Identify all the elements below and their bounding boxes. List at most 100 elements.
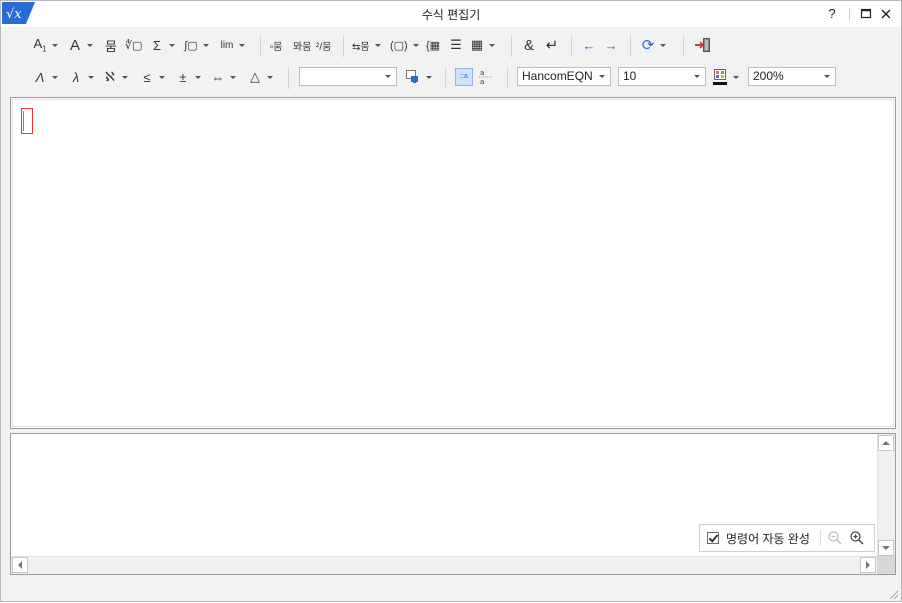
- plus-minus-icon: ±: [179, 69, 187, 85]
- rows-button[interactable]: ☰: [449, 35, 463, 55]
- matrix-a-button[interactable]: ▫뭄: [269, 35, 283, 55]
- exit-button[interactable]: [693, 35, 713, 55]
- inline-layout-icon: ::a: [460, 73, 468, 80]
- matrix-b-button[interactable]: 뫄뭄: [293, 35, 311, 55]
- next-button[interactable]: →: [604, 35, 618, 55]
- command-input-combo[interactable]: [299, 67, 397, 86]
- arrow-matrix-button[interactable]: ⇆뭄: [352, 35, 381, 55]
- insert-symbol-icon: [406, 70, 418, 83]
- zoom-out-icon: [828, 531, 842, 545]
- chevron-down-icon: [599, 75, 605, 78]
- script-editor[interactable]: 명령어 자동 완성: [10, 433, 896, 575]
- double-arrow-icon: ⇔: [211, 69, 225, 85]
- text-color-button[interactable]: [712, 67, 739, 87]
- font-combo[interactable]: HancomEQN: [517, 67, 611, 86]
- maximize-icon: [860, 8, 872, 19]
- close-button[interactable]: [876, 4, 896, 24]
- greek-lower-icon: λ: [72, 69, 80, 85]
- window-title: 수식 편집기: [421, 8, 481, 22]
- relation-button[interactable]: ≤: [140, 67, 165, 87]
- integral-button[interactable]: ∫▢: [184, 35, 209, 55]
- title-divider: [849, 8, 850, 20]
- greek-lower-button[interactable]: λ: [69, 67, 94, 87]
- equation-canvas-inner: [12, 99, 894, 427]
- scroll-up-button[interactable]: [878, 435, 894, 451]
- zoom-combo[interactable]: 200%: [748, 67, 836, 86]
- chevron-down-icon: [694, 75, 700, 78]
- newline-button[interactable]: ↵: [545, 35, 559, 55]
- grid-icon: ▦: [470, 37, 484, 52]
- zoom-value: 200%: [753, 69, 784, 83]
- arrow-button[interactable]: ⇔: [211, 67, 236, 87]
- arrow-up-icon: [882, 441, 890, 445]
- script-size-button[interactable]: A1: [33, 35, 58, 55]
- toolbar-separator: [445, 67, 446, 89]
- inline-layout-toggle[interactable]: ::a: [455, 68, 473, 86]
- autocomplete-checkbox[interactable]: [707, 532, 719, 544]
- toolbar-separator: [343, 35, 344, 57]
- autocomplete-divider: [819, 530, 821, 546]
- paren-button[interactable]: (▢): [390, 35, 419, 55]
- vertical-scrollbar[interactable]: [877, 434, 895, 557]
- matrix-a-icon: ▫뭄: [269, 41, 283, 53]
- zoom-in-icon: [850, 531, 864, 545]
- arrow-left-icon: [18, 561, 22, 569]
- toolbar-separator: [630, 35, 631, 57]
- paren-icon: (▢): [390, 39, 408, 52]
- misc-symbol-button[interactable]: △: [248, 67, 273, 87]
- hebrew-button[interactable]: ℵ: [103, 67, 128, 87]
- grid-button[interactable]: ▦: [470, 35, 495, 55]
- autocomplete-panel: 명령어 자동 완성: [699, 524, 875, 552]
- greek-upper-button[interactable]: Λ: [33, 67, 58, 87]
- script-size-icon: A1: [33, 36, 47, 54]
- relation-icon: ≤: [143, 69, 151, 85]
- stacked-layout-toggle[interactable]: a a: [478, 67, 494, 87]
- arrow-left-icon: ←: [582, 37, 596, 53]
- toolbar-structures: A1 A 뭄 ∜▢ Σ ∫▢ lim ▫뭄 뫄뭄 ²/뭄 ⇆뭄 (▢) {▦ ☰…: [1, 29, 901, 61]
- matrix-c-button[interactable]: ²/뭄: [316, 35, 331, 55]
- greek-upper-icon: Λ: [35, 69, 45, 85]
- accent-button[interactable]: A: [68, 35, 93, 55]
- toolbar-separator: [571, 35, 572, 57]
- svg-text:a: a: [480, 69, 484, 77]
- limit-button[interactable]: lim: [220, 35, 245, 55]
- scroll-down-button[interactable]: [878, 540, 894, 556]
- insert-symbol-button[interactable]: [405, 67, 432, 87]
- integral-icon: ∫▢: [184, 39, 198, 52]
- root-button[interactable]: ∜▢: [125, 35, 142, 55]
- convert-button[interactable]: ⟳: [641, 35, 666, 55]
- sum-icon: Σ: [152, 37, 162, 53]
- ampersand-button[interactable]: &: [522, 35, 536, 55]
- close-icon: [881, 9, 891, 19]
- equation-canvas[interactable]: [10, 97, 896, 429]
- rows-icon: ☰: [450, 37, 462, 52]
- convert-icon: ⟳: [641, 37, 655, 54]
- scroll-left-button[interactable]: [12, 557, 28, 573]
- autocomplete-label: 명령어 자동 완성: [726, 531, 810, 546]
- scroll-right-button[interactable]: [860, 557, 876, 573]
- horizontal-scrollbar[interactable]: [11, 556, 877, 574]
- text-caret: [23, 111, 24, 131]
- help-button[interactable]: ?: [822, 4, 842, 24]
- limit-icon: lim: [220, 39, 234, 51]
- brace-matrix-icon: {▦: [426, 39, 441, 52]
- fraction-button[interactable]: 뭄: [104, 35, 118, 55]
- equation-editor-window: √x 수식 편집기 ? A1 A 뭄 ∜▢ Σ ∫▢ lim ▫뭄 뫄뭄 ²/뭄…: [0, 0, 902, 602]
- svg-text:a: a: [480, 78, 484, 86]
- brace-matrix-button[interactable]: {▦: [426, 35, 440, 55]
- arrow-down-icon: [882, 546, 890, 550]
- fraction-icon: 뭄: [105, 38, 117, 54]
- sum-button[interactable]: Σ: [150, 35, 175, 55]
- resize-grip-icon[interactable]: [889, 589, 899, 600]
- zoom-in-button[interactable]: [849, 530, 865, 546]
- toolbar-separator: [260, 35, 261, 57]
- triangle-icon: △: [250, 69, 260, 84]
- operator-button[interactable]: ±: [176, 67, 201, 87]
- zoom-out-button[interactable]: [827, 530, 843, 546]
- matrix-c-icon: ²/뭄: [316, 41, 332, 53]
- previous-button[interactable]: ←: [582, 35, 596, 55]
- maximize-button[interactable]: [856, 4, 876, 24]
- font-size-combo[interactable]: 10: [618, 67, 706, 86]
- arrow-matrix-icon: ⇆뭄: [352, 41, 370, 53]
- chevron-down-icon: [385, 75, 391, 78]
